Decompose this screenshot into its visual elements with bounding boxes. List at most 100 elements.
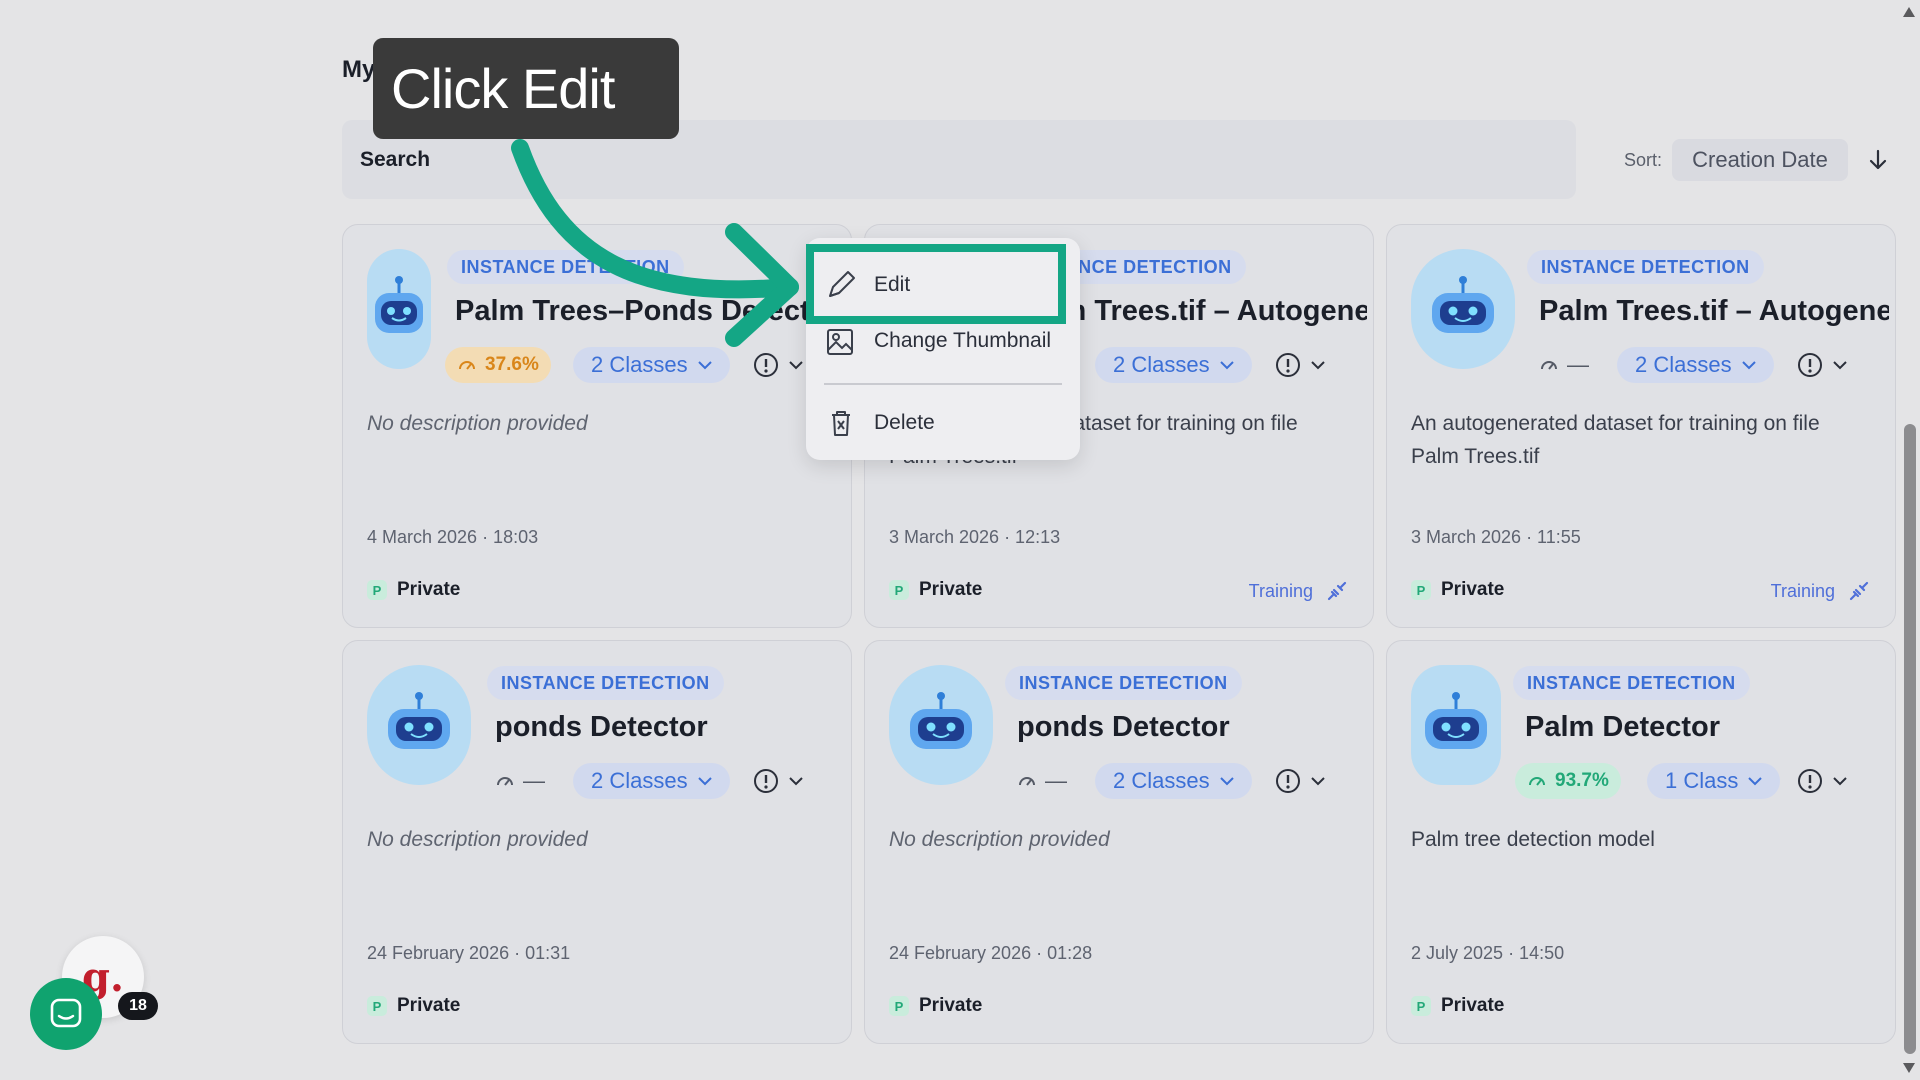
info-button[interactable] — [753, 768, 803, 794]
model-date: 3 March 2026 · 11:55 — [1411, 527, 1581, 547]
info-icon — [1798, 353, 1822, 377]
type-badge: INSTANCE DETECTION — [1513, 666, 1750, 700]
chat-button[interactable] — [30, 978, 102, 1050]
robot-icon — [367, 665, 471, 785]
model-description: An autogenerated dataset for training on… — [1411, 412, 1820, 468]
tutorial-tooltip: Click Edit — [373, 38, 679, 139]
scroll-down-button[interactable] — [1899, 1058, 1919, 1078]
privacy-initial: P — [1411, 580, 1431, 600]
sort-select[interactable]: Creation Date — [1672, 139, 1848, 181]
privacy-label: Private — [1441, 579, 1505, 600]
scrollbar-thumb[interactable] — [1904, 424, 1916, 1054]
chevron-down-icon — [789, 361, 803, 370]
classes-label: 1 Class — [1665, 768, 1739, 793]
classes-dropdown[interactable]: 1 Class — [1647, 763, 1781, 799]
chevron-down-icon — [1748, 777, 1763, 786]
sort-label: Sort: — [1624, 150, 1663, 170]
menu-item-change-thumbnail[interactable]: Change Thumbnail — [824, 324, 1051, 358]
status-label: Training — [1248, 580, 1313, 601]
model-description: No description provided — [889, 828, 1110, 851]
gauge-icon — [1529, 777, 1545, 786]
privacy-label: Private — [397, 995, 461, 1016]
robot-icon — [367, 249, 431, 369]
privacy-label: Private — [919, 579, 983, 600]
trash-icon — [832, 411, 850, 436]
arrow-down-icon — [1869, 149, 1887, 170]
privacy-initial: P — [367, 996, 387, 1016]
chevron-down-icon — [1311, 777, 1325, 786]
privacy-status: P Private — [1411, 579, 1504, 601]
menu-label-change-thumbnail: Change Thumbnail — [874, 329, 1052, 352]
info-icon — [1276, 769, 1300, 793]
accuracy-badge: — — [1539, 347, 1589, 383]
chevron-down-icon — [789, 777, 803, 786]
classes-dropdown[interactable]: 2 Classes — [1617, 347, 1774, 383]
gauge-icon — [1019, 777, 1035, 786]
model-title: ponds Detector — [495, 711, 708, 743]
info-button[interactable] — [1275, 768, 1325, 794]
info-button[interactable] — [1797, 352, 1847, 378]
privacy-status: P Private — [889, 579, 982, 601]
edit-highlight — [806, 244, 1066, 324]
accuracy-value: 37.6% — [485, 354, 539, 375]
menu-item-delete[interactable]: Delete — [824, 406, 935, 440]
model-date: 3 March 2026 · 12:13 — [889, 527, 1061, 547]
accuracy-value: — — [1567, 352, 1589, 377]
model-date: 4 March 2026 · 18:03 — [367, 527, 539, 547]
robot-icon — [1411, 665, 1501, 785]
info-button[interactable] — [1275, 352, 1325, 378]
model-title: Palm Detector — [1525, 711, 1721, 743]
model-card[interactable]: INSTANCE DETECTION ponds Detector — 2 Cl… — [342, 640, 852, 1044]
privacy-label: Private — [397, 579, 461, 600]
scroll-up-button[interactable] — [1899, 2, 1919, 22]
classes-label: 2 Classes — [1635, 352, 1732, 377]
classes-label: 2 Classes — [591, 768, 688, 793]
model-date: 24 February 2026 · 01:31 — [367, 943, 571, 963]
classes-label: 2 Classes — [1113, 768, 1210, 793]
privacy-status: P Private — [1411, 995, 1504, 1017]
model-date: 2 July 2025 · 14:50 — [1411, 943, 1565, 963]
classes-label: 2 Classes — [591, 352, 688, 377]
privacy-label: Private — [1441, 995, 1505, 1016]
accuracy-value: 93.7% — [1555, 770, 1609, 791]
privacy-status: P Private — [367, 579, 460, 601]
model-card[interactable]: INSTANCE DETECTION Palm Trees–Ponds Dete… — [342, 224, 852, 628]
model-description: Palm tree detection model — [1411, 828, 1655, 851]
privacy-initial: P — [1411, 996, 1431, 1016]
privacy-label: Private — [919, 995, 983, 1016]
chevron-down-icon — [1833, 777, 1847, 786]
model-description: No description provided — [367, 412, 588, 435]
chevron-down-icon — [1219, 777, 1234, 786]
privacy-initial: P — [367, 580, 387, 600]
classes-dropdown[interactable]: 2 Classes — [1095, 347, 1252, 383]
robot-icon — [889, 665, 993, 785]
chevron-down-icon — [1833, 361, 1847, 370]
accuracy-value: — — [1045, 768, 1067, 793]
model-card[interactable]: INSTANCE DETECTION Palm Detector 93.7% 1… — [1386, 640, 1896, 1044]
info-button[interactable] — [753, 352, 803, 378]
classes-dropdown[interactable]: 2 Classes — [573, 347, 730, 383]
model-description: No description provided — [367, 828, 588, 851]
accuracy-badge: 93.7% — [1515, 763, 1621, 799]
model-card[interactable]: INSTANCE DETECTION Palm Trees.tif – Auto… — [1386, 224, 1896, 628]
model-card[interactable]: INSTANCE DETECTION ponds Detector — 2 Cl… — [864, 640, 1374, 1044]
image-upload-icon — [827, 329, 853, 355]
accuracy-badge: — — [495, 763, 545, 799]
chevron-down-icon — [1741, 361, 1756, 370]
sort-value: Creation Date — [1692, 147, 1828, 172]
type-badge: INSTANCE DETECTION — [447, 250, 684, 284]
sort-direction-button[interactable] — [1858, 139, 1898, 181]
info-icon — [1276, 353, 1300, 377]
model-title: Palm Trees.tif – Autogenerated — [1539, 295, 1889, 327]
accuracy-badge: 37.6% — [445, 347, 551, 383]
model-title: ponds Detector — [1017, 711, 1230, 743]
info-button[interactable] — [1797, 768, 1847, 794]
info-icon — [754, 353, 778, 377]
training-status: Training — [1771, 579, 1871, 603]
training-status: Training — [1249, 579, 1349, 603]
menu-divider — [824, 383, 1062, 385]
chevron-down-icon — [697, 361, 712, 370]
classes-dropdown[interactable]: 2 Classes — [1095, 763, 1252, 799]
classes-dropdown[interactable]: 2 Classes — [573, 763, 730, 799]
chevron-down-icon — [697, 777, 712, 786]
